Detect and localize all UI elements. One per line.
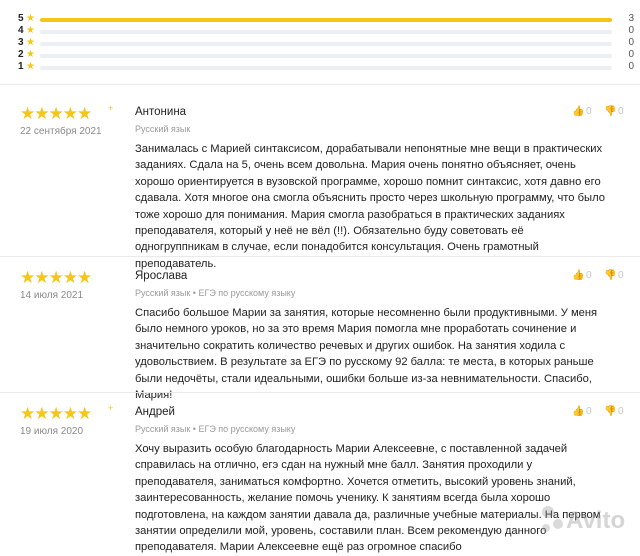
divider	[0, 256, 640, 257]
rating-row-label: 1	[18, 61, 24, 72]
thumb-down-icon[interactable]: 👎	[604, 270, 616, 281]
review-text: Спасибо большое Марии за занятия, которы…	[135, 307, 598, 402]
rating-stars: ★★★★★	[20, 404, 92, 423]
thumb-down-icon[interactable]: 👎	[604, 406, 616, 417]
star-icon: ★	[26, 61, 35, 72]
watermark-logo: Avito	[538, 498, 640, 538]
rating-bar	[40, 30, 612, 34]
review-text: Хочу выразить особую благодарность Марии…	[135, 443, 601, 554]
thumb-up-icon[interactable]: 👍	[572, 106, 584, 117]
review-subject: Русский язык	[135, 124, 191, 134]
review-author: Антонина	[135, 106, 187, 118]
dislike-count: 0	[618, 106, 624, 117]
star-icon: ★	[26, 13, 35, 24]
star-icon: ★	[26, 25, 35, 36]
rating-stars: ★★★★★	[20, 104, 92, 123]
rating-row-count: 0	[628, 25, 634, 36]
rating-row-label: 5	[18, 13, 24, 24]
review-author: Андрей	[135, 406, 175, 418]
rating-row-5[interactable]: 5 ★ 3	[0, 13, 640, 26]
dislike-count: 0	[618, 406, 624, 417]
like-count: 0	[586, 106, 592, 117]
rating-bar-fill	[40, 18, 612, 22]
review-date: 14 июля 2021	[20, 290, 84, 301]
review-author: Ярослава	[135, 270, 188, 282]
rating-bar	[40, 18, 612, 22]
review-card: ★★★★★ + 22 сентября 2021 Антонина Русски…	[0, 103, 640, 270]
thumb-down-icon[interactable]: 👎	[604, 106, 616, 117]
review-text: Занималась с Марией синтаксисом, дорабат…	[135, 143, 605, 270]
thumb-up-icon[interactable]: 👍	[572, 406, 584, 417]
review-date: 19 июля 2020	[20, 426, 84, 437]
rating-row-label: 4	[18, 25, 24, 36]
rating-row-count: 0	[628, 49, 634, 60]
rating-stars: ★★★★★	[20, 268, 92, 287]
review-card: ★★★★★ 14 июля 2021 Ярослава Русский язык…	[0, 268, 640, 401]
review-subject: Русский язык • ЕГЭ по русскому языку	[135, 288, 296, 298]
dislike-count: 0	[618, 270, 624, 281]
rating-row-count: 0	[628, 61, 634, 72]
star-icon: ★	[26, 49, 35, 60]
watermark-graphic: Avito	[542, 506, 625, 534]
thumb-up-icon[interactable]: 👍	[572, 270, 584, 281]
like-count: 0	[586, 406, 592, 417]
rating-bar	[40, 54, 612, 58]
like-count: 0	[586, 270, 592, 281]
rating-row-2[interactable]: 2 ★ 0	[0, 49, 640, 62]
star-icon: ★	[26, 37, 35, 48]
rating-row-label: 3	[18, 37, 24, 48]
rating-mark: +	[108, 103, 114, 113]
rating-row-1[interactable]: 1 ★ 0	[0, 61, 640, 74]
watermark-text: Avito	[566, 507, 625, 534]
rating-bar	[40, 42, 612, 46]
rating-row-count: 0	[628, 37, 634, 48]
rating-row-3[interactable]: 3 ★ 0	[0, 37, 640, 50]
rating-bar	[40, 66, 612, 70]
review-subject: Русский язык • ЕГЭ по русскому языку	[135, 424, 296, 434]
review-date: 22 сентября 2021	[20, 126, 102, 137]
rating-mark: +	[108, 403, 114, 413]
divider	[0, 84, 640, 85]
rating-row-count: 3	[628, 13, 634, 24]
divider	[0, 392, 640, 393]
rating-row-label: 2	[18, 49, 24, 60]
rating-row-4[interactable]: 4 ★ 0	[0, 25, 640, 38]
